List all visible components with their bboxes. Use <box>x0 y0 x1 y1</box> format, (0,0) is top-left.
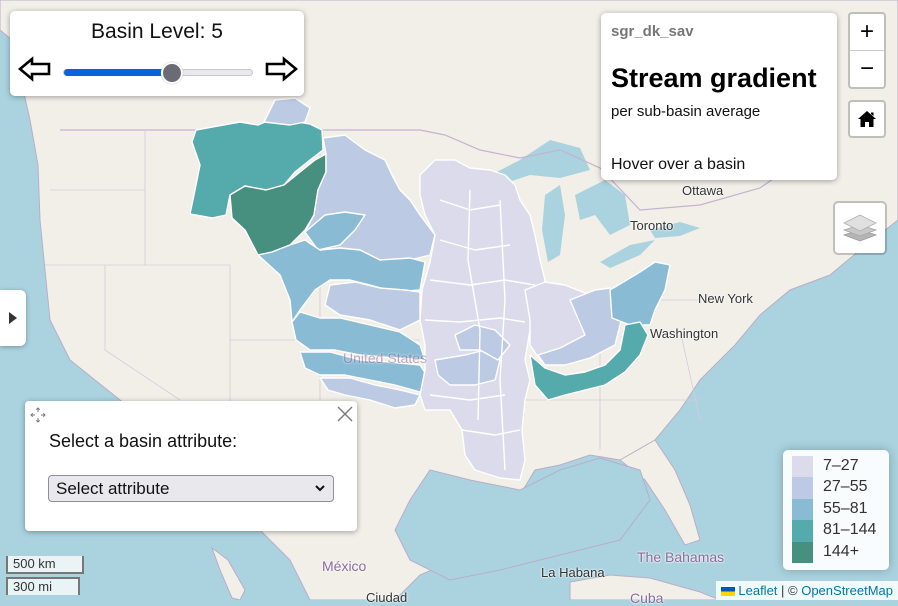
legend-item: 55–81 <box>792 498 882 521</box>
legend-label: 7–27 <box>823 457 859 474</box>
label-new-york: New York <box>698 291 753 306</box>
ukraine-flag-icon <box>721 587 736 597</box>
info-panel: sgr_dk_sav Stream gradient per sub-basin… <box>601 13 837 180</box>
caret-right-icon <box>9 312 17 324</box>
chevron-down-icon <box>315 485 325 492</box>
legend-swatch <box>792 456 813 478</box>
legend-item: 81–144 <box>792 520 882 542</box>
right-arrow-icon[interactable] <box>264 56 298 82</box>
layers-button[interactable] <box>833 201 887 255</box>
basin-level-panel: Basin Level: 5 <box>10 11 304 96</box>
label-bahamas: The Bahamas <box>637 549 725 565</box>
legend-swatch <box>792 520 813 542</box>
home-icon <box>858 111 876 127</box>
legend-swatch <box>792 541 813 563</box>
sidebar-toggle-button[interactable] <box>0 290 26 346</box>
label-washington: Washington <box>650 326 719 341</box>
scale-bar-km: 500 km <box>6 556 84 574</box>
move-icon[interactable] <box>29 406 47 424</box>
hover-hint: Hover over a basin <box>611 156 746 173</box>
leaflet-link[interactable]: Leaflet <box>738 583 777 598</box>
scale-bar-mi: 300 mi <box>6 577 80 595</box>
attribute-subtitle: per sub-basin average <box>611 103 761 120</box>
label-cuba: Cuba <box>630 590 664 606</box>
legend-swatch <box>792 477 813 499</box>
home-button[interactable] <box>848 100 886 138</box>
attribute-title: Stream gradient <box>611 63 817 93</box>
basin-level-slider[interactable] <box>63 62 253 84</box>
label-mexico: México <box>322 558 367 574</box>
zoom-control: + − <box>848 12 886 89</box>
attribute-panel: Select a basin attribute: Select attribu… <box>25 401 357 531</box>
label-united-states: United States <box>343 350 428 366</box>
label-toronto: Toronto <box>630 218 674 233</box>
attribution: Leaflet | © OpenStreetMap <box>716 581 898 600</box>
legend-label: 144+ <box>823 542 860 560</box>
close-icon[interactable] <box>335 404 355 424</box>
legend-label: 81–144 <box>823 521 877 539</box>
legend-item: 7–27 <box>792 456 882 478</box>
legend-label: 55–81 <box>823 499 868 517</box>
legend-label: 27–55 <box>823 478 868 496</box>
label-ottawa: Ottawa <box>682 183 724 198</box>
attribution-separator: | © <box>777 583 802 598</box>
attribute-select-value: Select attribute <box>56 479 170 498</box>
left-arrow-icon[interactable] <box>18 56 52 82</box>
label-la-habana: La Habana <box>541 565 605 580</box>
legend-item: 27–55 <box>792 477 882 499</box>
legend-item: 144+ <box>792 541 882 563</box>
attribute-code: sgr_dk_sav <box>611 23 694 40</box>
attribute-select-label: Select a basin attribute: <box>49 431 238 451</box>
zoom-in-button[interactable]: + <box>850 14 884 51</box>
zoom-out-button[interactable]: − <box>850 51 884 87</box>
basin-level-label: Basin Level: 5 <box>91 20 223 43</box>
slider-thumb[interactable] <box>161 62 184 84</box>
slider-fill <box>64 69 173 76</box>
legend: 7–27 27–55 55–81 81–144 144+ <box>783 450 889 570</box>
openstreetmap-link[interactable]: OpenStreetMap <box>801 583 893 598</box>
layers-icon <box>843 214 877 242</box>
label-ciudad: Ciudad <box>366 590 408 605</box>
legend-swatch <box>792 498 813 521</box>
attribute-select[interactable]: Select attribute <box>48 475 334 502</box>
